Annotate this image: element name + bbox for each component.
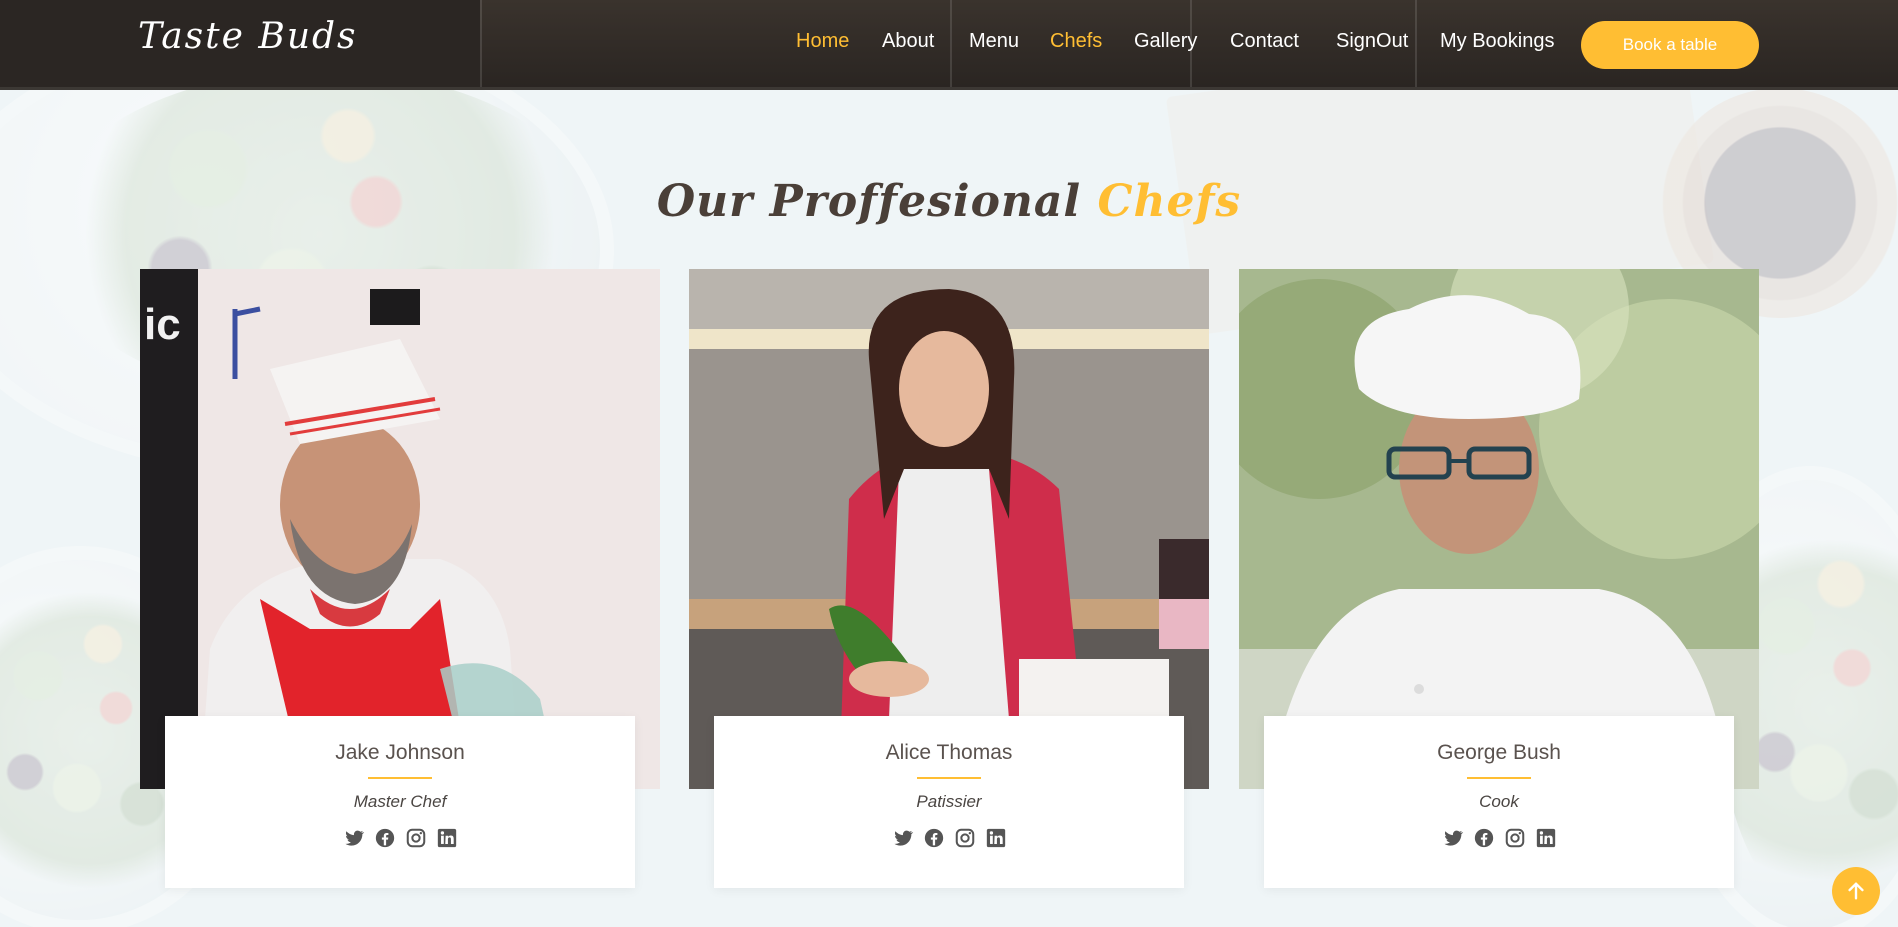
section-title: Our Proffesional Chefs xyxy=(0,176,1898,227)
social-links xyxy=(714,827,1184,849)
chef-photo: ic xyxy=(140,269,660,789)
instagram-icon[interactable] xyxy=(954,827,976,849)
social-links xyxy=(165,827,635,849)
nav-chefs[interactable]: Chefs xyxy=(1050,30,1102,53)
chef-name: Alice Thomas xyxy=(885,741,1013,764)
section-title-main: Our Proffesional xyxy=(656,176,1082,227)
chef-photo xyxy=(689,269,1209,789)
instagram-icon[interactable] xyxy=(1504,827,1526,849)
chef-photo xyxy=(1239,269,1759,789)
twitter-icon[interactable] xyxy=(343,827,365,849)
arrow-up-icon xyxy=(1848,882,1864,900)
site-header: Taste Buds Home About Menu Chefs Gallery… xyxy=(0,0,1898,90)
chef-info-box: George Bush Cook xyxy=(1264,716,1734,888)
linkedin-icon[interactable] xyxy=(1535,827,1557,849)
nav-my-bookings[interactable]: My Bookings xyxy=(1440,30,1555,53)
linkedin-icon[interactable] xyxy=(436,827,458,849)
divider xyxy=(917,777,981,779)
nav-gallery[interactable]: Gallery xyxy=(1134,30,1197,53)
book-table-button[interactable]: Book a table xyxy=(1581,21,1759,69)
facebook-icon[interactable] xyxy=(374,827,396,849)
chef-info-box: Alice Thomas Patissier xyxy=(714,716,1184,888)
facebook-icon[interactable] xyxy=(1473,827,1495,849)
divider xyxy=(368,777,432,779)
social-links xyxy=(1264,827,1734,849)
facebook-icon[interactable] xyxy=(923,827,945,849)
svg-text:ic: ic xyxy=(144,300,181,349)
chef-card: Alice Thomas Patissier xyxy=(689,269,1209,889)
nav-signout[interactable]: SignOut xyxy=(1336,30,1408,53)
instagram-icon[interactable] xyxy=(405,827,427,849)
nav-home[interactable]: Home xyxy=(796,30,849,53)
chef-card: George Bush Cook xyxy=(1239,269,1759,889)
chef-info-box: Jake Johnson Master Chef xyxy=(165,716,635,888)
divider xyxy=(1467,777,1531,779)
nav-contact[interactable]: Contact xyxy=(1230,30,1299,53)
twitter-icon[interactable] xyxy=(1442,827,1464,849)
twitter-icon[interactable] xyxy=(892,827,914,849)
chef-name: Jake Johnson xyxy=(335,741,465,764)
chef-role: Master Chef xyxy=(353,792,447,811)
back-to-top-button[interactable] xyxy=(1832,867,1880,915)
chef-role: Cook xyxy=(1479,792,1519,811)
chef-card: ic Jake Johnson Master Chef xyxy=(140,269,660,889)
nav-menu[interactable]: Menu xyxy=(969,30,1019,53)
linkedin-icon[interactable] xyxy=(985,827,1007,849)
chef-name: George Bush xyxy=(1437,741,1561,764)
chef-role: Patissier xyxy=(916,792,982,811)
nav-about[interactable]: About xyxy=(882,30,934,53)
section-title-accent: Chefs xyxy=(1097,176,1242,227)
